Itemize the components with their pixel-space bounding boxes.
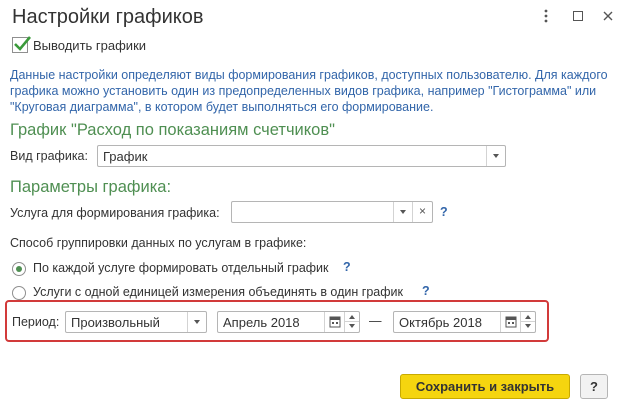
period-to-value: Октябрь 2018 bbox=[399, 315, 482, 330]
chart-type-value: График bbox=[103, 149, 148, 164]
service-label: Услуга для формирования графика: bbox=[10, 206, 220, 220]
period-to-input[interactable]: Октябрь 2018 bbox=[393, 311, 536, 333]
period-label: Период: bbox=[12, 315, 60, 329]
chart-section-title: График "Расход по показаниям счетчиков" bbox=[10, 121, 335, 139]
description-text: Данные настройки определяют виды формиро… bbox=[10, 68, 608, 114]
calendar-icon[interactable] bbox=[324, 312, 344, 332]
service-help-icon[interactable]: ? bbox=[440, 205, 448, 219]
service-input[interactable]: × bbox=[231, 201, 433, 223]
maximize-icon[interactable] bbox=[568, 6, 588, 26]
chevron-down-icon[interactable] bbox=[486, 146, 505, 166]
grouping-separate-help-icon[interactable]: ? bbox=[343, 260, 351, 274]
grouping-option-combine: Услуги с одной единицей измерения объеди… bbox=[33, 285, 403, 299]
close-icon[interactable] bbox=[598, 6, 618, 26]
chevron-down-icon[interactable] bbox=[393, 202, 412, 222]
grouping-combine-help-icon[interactable]: ? bbox=[422, 284, 430, 298]
period-type-select[interactable]: Произвольный bbox=[65, 311, 207, 333]
period-from-value: Апрель 2018 bbox=[223, 315, 300, 330]
show-charts-label: Выводить графики bbox=[33, 38, 147, 53]
save-and-close-button[interactable]: Сохранить и закрыть bbox=[400, 374, 570, 399]
window-title: Настройки графиков bbox=[12, 6, 204, 28]
calendar-icon[interactable] bbox=[500, 312, 520, 332]
chart-type-select[interactable]: График bbox=[97, 145, 506, 167]
show-charts-checkbox[interactable] bbox=[12, 36, 31, 53]
grouping-radio-separate[interactable] bbox=[12, 262, 26, 276]
help-button[interactable]: ? bbox=[580, 374, 608, 399]
period-from-input[interactable]: Апрель 2018 bbox=[217, 311, 360, 333]
checkmark-icon bbox=[14, 36, 31, 51]
grouping-radio-combine[interactable] bbox=[12, 286, 26, 300]
params-section-title: Параметры графика: bbox=[10, 178, 172, 196]
chart-type-label: Вид графика: bbox=[10, 149, 88, 163]
spinner-icon[interactable] bbox=[520, 312, 535, 332]
period-separator: — bbox=[369, 314, 382, 328]
clear-icon[interactable]: × bbox=[412, 202, 432, 222]
chevron-down-icon[interactable] bbox=[187, 312, 206, 332]
more-vertical-icon[interactable] bbox=[536, 6, 556, 26]
grouping-option-separate: По каждой услуге формировать отдельный г… bbox=[33, 261, 329, 275]
period-type-value: Произвольный bbox=[71, 315, 160, 330]
grouping-label: Способ группировки данных по услугам в г… bbox=[10, 236, 307, 250]
spinner-icon[interactable] bbox=[344, 312, 359, 332]
